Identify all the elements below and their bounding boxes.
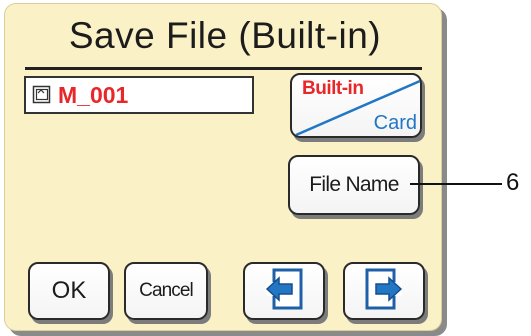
file-name-value: M_001 xyxy=(58,82,129,108)
cancel-button[interactable]: Cancel xyxy=(124,262,208,320)
callout-number: 6 xyxy=(506,169,520,196)
destination-builtin-label: Built-in xyxy=(302,78,364,99)
callout-leader-line xyxy=(410,183,502,185)
destination-toggle-button[interactable]: Built-in Card xyxy=(290,73,422,138)
file-icon xyxy=(32,85,52,105)
dialog-title: Save File (Built-in) xyxy=(68,15,382,56)
destination-card-label: Card xyxy=(373,112,417,134)
arrow-left-icon xyxy=(262,267,306,316)
title-divider xyxy=(25,67,422,70)
ok-button[interactable]: OK xyxy=(28,262,110,320)
screen: Save File (Built-in) M_001 Built-in Card… xyxy=(0,0,531,336)
file-name-button[interactable]: File Name xyxy=(288,155,420,215)
previous-button[interactable] xyxy=(243,262,325,320)
file-name-display: M_001 xyxy=(24,76,254,114)
arrow-right-icon xyxy=(362,267,406,316)
next-button[interactable] xyxy=(343,262,425,320)
